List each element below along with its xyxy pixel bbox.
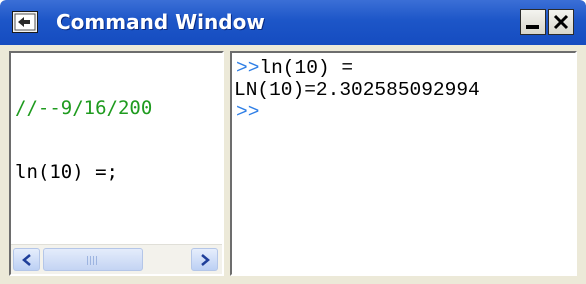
scroll-left-button[interactable]	[13, 248, 40, 271]
chevron-right-icon	[201, 254, 210, 266]
history-command[interactable]: ln(10) =;	[15, 161, 118, 183]
undock-pin-icon[interactable]	[12, 11, 38, 33]
command-window: Command Window //--9/16/200 ln(10) =; >>…	[0, 0, 586, 284]
chevron-left-icon	[22, 254, 31, 266]
scroll-thumb[interactable]	[43, 248, 143, 271]
scroll-right-button[interactable]	[191, 248, 218, 271]
prompt-marker: >>	[236, 57, 260, 79]
history-pane[interactable]: //--9/16/200 ln(10) =;	[9, 51, 224, 276]
console-input-line[interactable]: >>	[236, 101, 259, 123]
title-bar[interactable]: Command Window	[0, 0, 586, 45]
console-output[interactable]: LN(10)=2.302585092994	[234, 79, 480, 101]
command-text: ln(10) =	[259, 57, 354, 79]
console-line[interactable]: >>ln(10) =	[236, 57, 353, 79]
grip-icon	[87, 256, 99, 265]
close-icon	[553, 14, 569, 30]
horizontal-scrollbar[interactable]	[11, 244, 222, 274]
close-button[interactable]	[548, 9, 574, 35]
history-comment[interactable]: //--9/16/200	[15, 97, 152, 119]
window-title: Command Window	[56, 10, 265, 34]
console-pane[interactable]: >>ln(10) = LN(10)=2.302585092994 >>	[230, 51, 577, 276]
minimize-button[interactable]	[520, 9, 546, 35]
prompt-marker: >>	[236, 101, 260, 123]
minimize-icon	[526, 25, 539, 29]
